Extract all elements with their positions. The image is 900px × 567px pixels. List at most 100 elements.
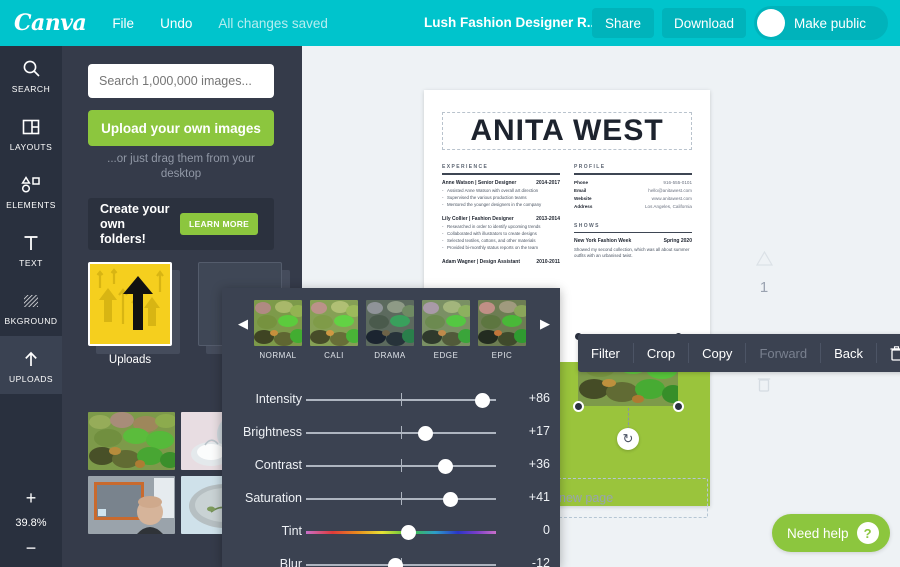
search-icon <box>22 57 41 81</box>
sidebar-item-uploads[interactable]: UPLOADS <box>0 336 62 394</box>
job-row: Anne Watson | Senior Designer 2014-2017 <box>442 180 560 186</box>
slider-center-tick <box>401 492 402 505</box>
preset-label: DRAMA <box>374 351 406 360</box>
list-item[interactable] <box>88 412 175 470</box>
zoom-controls: + 39.8% − <box>0 487 62 559</box>
upload-arrow-icon <box>22 347 40 371</box>
rotate-handle-stem <box>628 408 629 430</box>
carousel-prev-icon[interactable]: ◀ <box>238 316 248 332</box>
add-new-page-button[interactable]: new page <box>546 478 708 518</box>
filter-preset-edge[interactable]: EDGE <box>422 300 470 360</box>
slider-knob[interactable] <box>475 393 490 408</box>
slider-center-tick <box>401 426 402 439</box>
experience-column: EXPERIENCE Anne Watson | Senior Designer… <box>442 164 560 265</box>
canva-logo[interactable]: Canva <box>14 10 87 36</box>
contact-row: Email hello@anitawest.com <box>574 188 692 193</box>
slider-label: Blur <box>279 557 302 567</box>
folder-uploads[interactable]: Uploads <box>88 262 180 366</box>
slider-saturation: Saturation +41 <box>222 487 560 520</box>
upload-images-button[interactable]: Upload your own images <box>88 110 274 146</box>
menu-undo[interactable]: Undo <box>160 16 192 31</box>
document-title[interactable]: Lush Fashion Designer R.. <box>424 15 594 30</box>
crop-button[interactable]: Crop <box>634 343 690 363</box>
preset-thumbnail <box>310 300 358 346</box>
preset-thumbnail <box>254 300 302 346</box>
resize-handle-bottom-right[interactable] <box>672 400 684 412</box>
slider-blur: Blur -12 <box>222 553 560 567</box>
job-bullet: Supervised the various production teams <box>442 195 560 200</box>
zoom-level-value: 39.8% <box>15 517 47 529</box>
share-button[interactable]: Share <box>592 8 654 38</box>
add-page-icon[interactable] <box>755 250 773 270</box>
slider-knob[interactable] <box>443 492 458 507</box>
sidebar-item-background[interactable]: BKGROUND <box>0 278 62 336</box>
show-title: New York Fashion Week <box>574 238 632 244</box>
trash-icon[interactable] <box>877 343 900 363</box>
menu-file[interactable]: File <box>112 16 134 31</box>
carousel-next-icon[interactable]: ▶ <box>540 316 550 332</box>
sidebar-item-search[interactable]: SEARCH <box>0 46 62 104</box>
make-public-toggle[interactable]: Make public <box>754 6 888 40</box>
job-bullet: Mentored the younger designers in the co… <box>442 202 560 207</box>
filter-preset-normal[interactable]: NORMAL <box>254 300 302 360</box>
sidebar-label-layouts: LAYOUTS <box>9 141 53 152</box>
slider-knob[interactable] <box>388 558 403 567</box>
left-rail: SEARCH LAYOUTS ELEMENTS TEXT BKGROUND UP… <box>0 46 62 567</box>
filter-button[interactable]: Filter <box>578 343 634 363</box>
slider-value: +17 <box>528 424 550 438</box>
filter-preset-cali[interactable]: CALI <box>310 300 358 360</box>
job-title: Lily Collier | Fashion Designer <box>442 215 514 222</box>
save-status: All changes saved <box>218 15 328 31</box>
divider <box>574 231 692 233</box>
copy-button[interactable]: Copy <box>689 343 747 363</box>
make-public-label: Make public <box>794 15 867 31</box>
contact-key: Email <box>574 187 587 193</box>
resize-handle-bottom-left[interactable] <box>572 400 584 412</box>
page-number: 1 <box>759 279 769 296</box>
slider-value: +86 <box>528 391 550 405</box>
zoom-out-button[interactable]: − <box>26 537 37 559</box>
slider-label: Intensity <box>255 392 302 406</box>
sidebar-item-text[interactable]: TEXT <box>0 220 62 278</box>
page-controls: 1 <box>744 242 784 405</box>
slider-knob[interactable] <box>438 459 453 474</box>
learn-more-button[interactable]: LEARN MORE <box>180 213 259 235</box>
slider-label: Brightness <box>242 425 302 439</box>
job-bullet: Selected textiles, cottons, and other ma… <box>442 238 560 243</box>
preset-label: EPIC <box>491 351 513 360</box>
zoom-in-button[interactable]: + <box>26 487 37 509</box>
sidebar-item-elements[interactable]: ELEMENTS <box>0 162 62 220</box>
create-folder-text: Create your own folders! <box>100 201 170 246</box>
slider-center-tick <box>401 459 402 472</box>
slider-label: Tint <box>281 524 302 538</box>
slider-brightness: Brightness +17 <box>222 421 560 454</box>
filter-preset-drama[interactable]: DRAMA <box>366 300 414 360</box>
image-toolbar: Filter Crop Copy Forward Back <box>578 334 900 372</box>
contact-value: 916-555-0101 <box>663 179 692 185</box>
resume-title-textbox[interactable]: ANITA WEST <box>442 112 692 150</box>
delete-page-icon[interactable] <box>757 376 771 396</box>
download-button[interactable]: Download <box>662 8 746 38</box>
need-help-label: Need help <box>787 525 849 541</box>
job-row: Adam Wagner | Design Assistant 2010-2011 <box>442 259 560 265</box>
sidebar-label-uploads: UPLOADS <box>8 373 54 384</box>
sidebar-label-text: TEXT <box>19 257 43 268</box>
contact-row: Address Los Angeles, California <box>574 204 692 209</box>
back-button[interactable]: Back <box>821 343 878 363</box>
list-item[interactable] <box>88 476 175 534</box>
slider-value: +41 <box>528 490 550 504</box>
job-years: 2013-2014 <box>536 215 560 222</box>
rotate-handle-icon[interactable]: ↻ <box>617 428 639 450</box>
slider-knob[interactable] <box>418 426 433 441</box>
search-input[interactable] <box>88 64 274 98</box>
slider-knob[interactable] <box>401 525 416 540</box>
sidebar-item-layouts[interactable]: LAYOUTS <box>0 104 62 162</box>
contact-value: Los Angeles, California <box>645 203 692 209</box>
sidebar-label-background: BKGROUND <box>4 315 58 326</box>
preset-thumbnail <box>366 300 414 346</box>
filter-preset-epic[interactable]: EPIC <box>478 300 526 360</box>
slider-label: Contrast <box>254 458 302 472</box>
need-help-button[interactable]: Need help ? <box>772 514 890 552</box>
slider-intensity: Intensity +86 <box>222 388 560 421</box>
sidebar-label-search: SEARCH <box>11 83 51 94</box>
